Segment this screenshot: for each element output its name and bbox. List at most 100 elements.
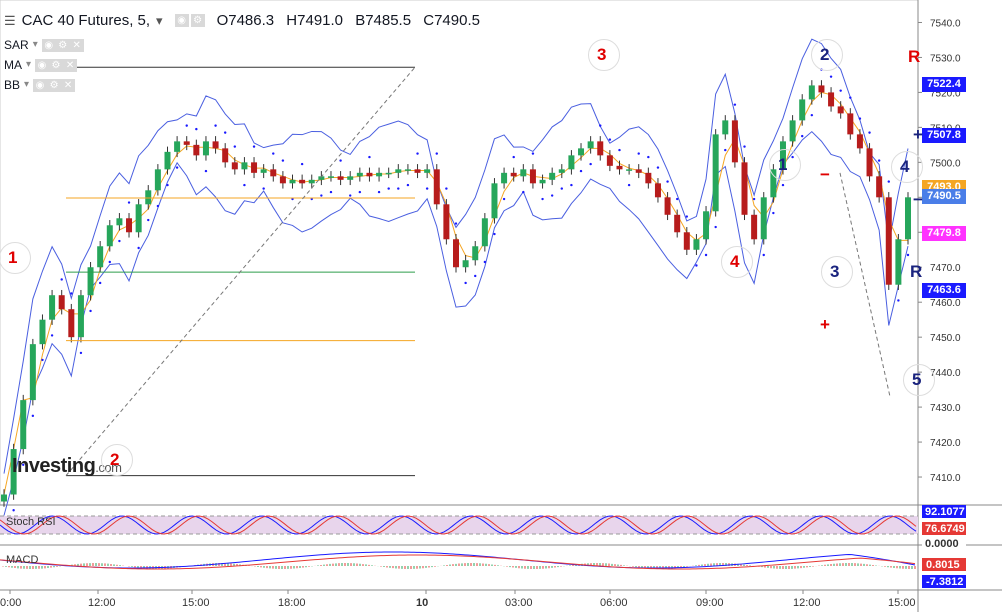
stoch-tag-value: 0.0000 (925, 538, 959, 550)
candle (837, 106, 844, 114)
sar-dot (829, 75, 833, 78)
candle (683, 232, 690, 250)
high-value: H7491.0 (286, 12, 344, 29)
candle (251, 162, 258, 173)
visibility-icon[interactable]: ◉ (41, 39, 56, 52)
sar-dot (156, 204, 160, 208)
sar-dot (435, 152, 438, 155)
close-icon[interactable]: ✕ (61, 79, 76, 92)
candle (760, 197, 767, 240)
candle (299, 179, 306, 184)
candle (549, 172, 556, 180)
candle (193, 144, 200, 156)
sar-dot (887, 180, 890, 183)
sar-dot (839, 89, 842, 92)
candle (635, 169, 642, 173)
sar-dot (387, 187, 390, 190)
settings-icon[interactable]: ⚙ (55, 39, 70, 52)
sar-dot (743, 145, 746, 148)
candle (337, 176, 344, 180)
chart-menu-icon[interactable]: ☰ (4, 13, 16, 29)
sar-dot (685, 215, 689, 218)
sar-dot (445, 187, 448, 190)
candle (462, 260, 469, 268)
chevron-down-icon[interactable]: ▾ (33, 39, 38, 50)
visibility-icon[interactable]: ◉ (174, 14, 189, 27)
indicator-sar[interactable]: SAR ▾ ◉ ⚙ ✕ (4, 37, 84, 52)
settings-icon[interactable]: ⚙ (47, 79, 62, 92)
wave-label: 1 (778, 155, 788, 174)
candle (481, 218, 488, 247)
sar-dot (41, 358, 44, 362)
candle (164, 151, 171, 170)
sar-dot (300, 162, 304, 166)
candle (808, 85, 815, 100)
close-icon[interactable]: ✕ (69, 39, 84, 52)
candle (616, 165, 623, 170)
macd-tag-value: -7.3812 (926, 576, 963, 588)
sar-dot (627, 183, 631, 187)
sar-dot (618, 148, 621, 152)
candle (106, 225, 113, 247)
candle (626, 169, 633, 171)
candle (97, 246, 104, 268)
macd-line (0, 551, 916, 569)
candle (597, 141, 604, 156)
wave-label: − (913, 190, 923, 209)
close-value: C7490.5 (423, 12, 480, 29)
sar-dot (810, 113, 814, 117)
sar-dot (599, 124, 602, 127)
sar-dot (147, 218, 150, 222)
sar-dot (195, 127, 198, 131)
candle (731, 120, 738, 163)
candle (433, 169, 440, 205)
visibility-icon[interactable]: ◉ (35, 59, 50, 72)
candle (568, 155, 575, 170)
chart-canvas[interactable]: 7540.07530.07520.07510.07500.07490.07480… (0, 0, 1002, 612)
wave-label: 4 (730, 252, 740, 271)
candle (895, 239, 902, 285)
candle (49, 295, 56, 320)
symbol-dropdown-icon[interactable]: ▾ (156, 13, 163, 29)
candle (558, 169, 565, 173)
sar-dot (647, 155, 650, 159)
chevron-down-icon[interactable]: ▾ (26, 59, 31, 70)
candle (866, 148, 873, 177)
sar-dot (724, 148, 727, 152)
sar-dot (329, 190, 333, 194)
visibility-icon[interactable]: ◉ (33, 79, 48, 92)
price-tag: 7490.5 (922, 188, 966, 204)
candle (126, 218, 133, 233)
close-icon[interactable]: ✕ (63, 59, 78, 72)
candle (799, 99, 806, 121)
sar-dot (512, 155, 515, 159)
chevron-down-icon[interactable]: ▾ (24, 79, 29, 90)
sar-dot (714, 225, 717, 229)
sar-dot (454, 222, 458, 225)
sar-dot (185, 124, 188, 127)
sar-dot (493, 232, 496, 236)
indicator-bb[interactable]: BB ▾ ◉ ⚙ ✕ (4, 77, 76, 92)
sar-dot (233, 145, 237, 148)
macd-signal-line (0, 554, 916, 570)
settings-icon[interactable]: ⚙ (49, 59, 64, 72)
settings-icon[interactable]: ⚙ (190, 14, 205, 27)
sar-dot (801, 134, 804, 138)
candle (674, 214, 681, 233)
sar-dot (704, 253, 708, 257)
projection-line (839, 172, 891, 397)
sar-dot (60, 278, 63, 281)
sar-dot (531, 152, 535, 155)
ohlc-values: O7486.3 H7491.0 B7485.5 C7490.5 (217, 12, 488, 29)
sar-dot (849, 96, 852, 99)
indicator-ma[interactable]: MA ▾ ◉ ⚙ ✕ (4, 57, 78, 72)
sar-dot (464, 281, 467, 285)
sar-dot (522, 190, 525, 194)
sar-dot (906, 253, 910, 257)
indicator-bb-label: BB (4, 77, 21, 92)
sar-dot (320, 194, 323, 197)
wave-label: + (913, 125, 923, 144)
price-tag: 7463.6 (922, 282, 966, 298)
sar-dot (570, 183, 573, 187)
sar-dot (339, 159, 342, 162)
